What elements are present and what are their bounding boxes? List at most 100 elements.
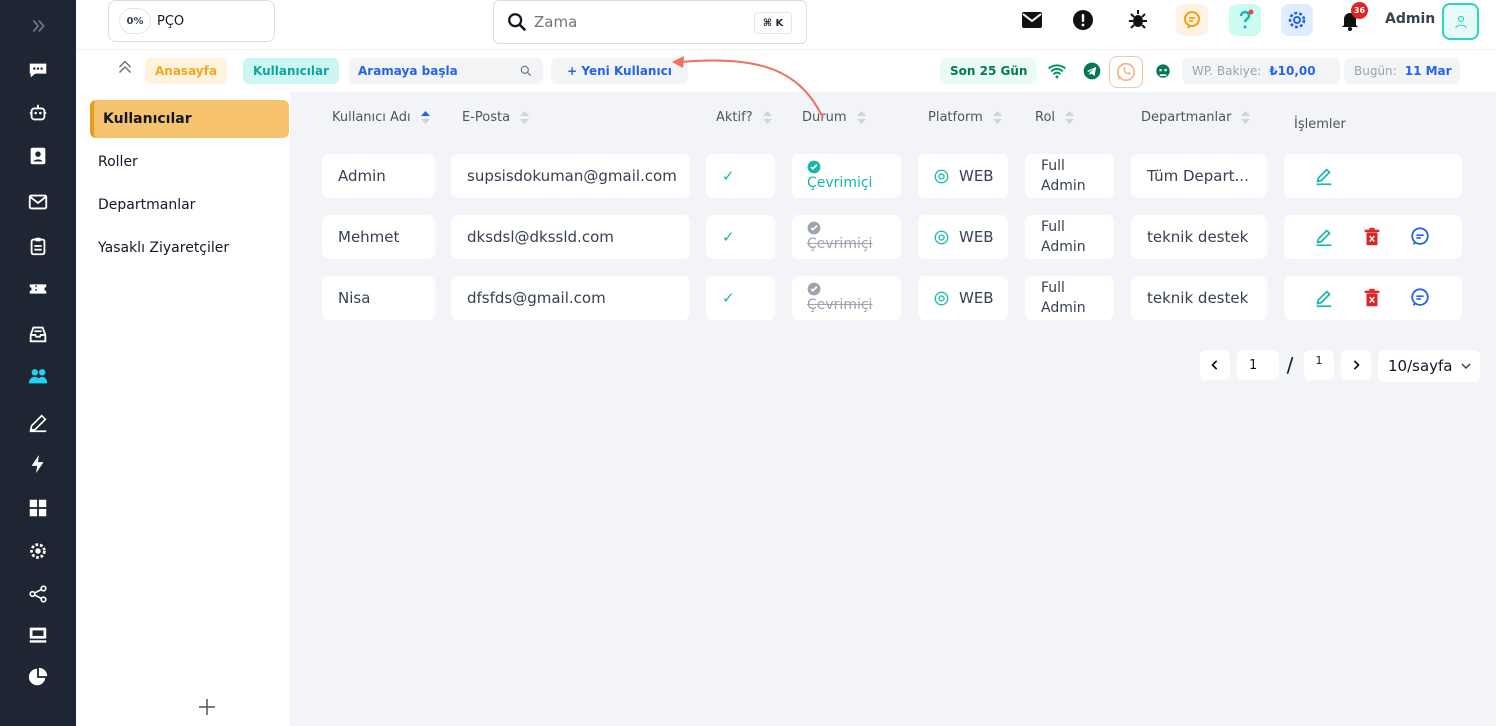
users-submenu: Kullanıcılar Roller Departmanlar Yasaklı… — [76, 92, 290, 726]
cell-username: Nisa — [322, 276, 435, 320]
add-menu-icon[interactable] — [197, 697, 217, 717]
date-range-badge[interactable]: Son 25 Gün — [940, 58, 1038, 84]
share-icon[interactable] — [24, 580, 52, 608]
cell-actions — [1284, 154, 1462, 198]
cell-username: Mehmet — [322, 215, 435, 259]
pco-label: PÇO — [157, 13, 185, 29]
header-departments[interactable]: Departmanlar — [1141, 110, 1251, 125]
inbox-icon[interactable] — [24, 320, 52, 348]
cell-status: Çevrimiçi — [792, 276, 901, 320]
page-separator: / — [1286, 353, 1294, 377]
feedback-icon[interactable] — [1176, 4, 1208, 36]
header-username[interactable]: Kullanıcı Adı — [332, 110, 430, 125]
prev-page-button[interactable] — [1200, 350, 1230, 380]
device-icon[interactable] — [24, 621, 52, 649]
chrome-icon — [934, 230, 949, 244]
cell-active-check: ✓ — [706, 276, 775, 320]
sort-icon — [520, 111, 530, 124]
mail-icon[interactable] — [1016, 4, 1048, 36]
chat-icon[interactable] — [24, 56, 52, 84]
delete-user-icon[interactable] — [1360, 225, 1384, 249]
users-table: Kullanıcı Adı E-Posta Aktif? Durum Platf… — [290, 92, 1496, 726]
collapse-up-icon[interactable] — [114, 56, 136, 78]
header-email[interactable]: E-Posta — [462, 110, 530, 125]
ticket-icon[interactable] — [24, 275, 52, 303]
grid-icon[interactable] — [24, 494, 52, 522]
gear-icon[interactable] — [1281, 4, 1313, 36]
cell-role: Full Admin — [1025, 154, 1114, 198]
menu-item-users[interactable]: Kullanıcılar — [90, 100, 289, 138]
bolt-icon[interactable] — [24, 450, 52, 478]
sort-icon — [992, 111, 1002, 124]
avatar[interactable] — [1442, 3, 1479, 40]
header-status[interactable]: Durum — [802, 110, 866, 125]
sort-icon — [1065, 111, 1075, 124]
wifi-icon — [1046, 60, 1068, 82]
offline-check-icon — [807, 221, 821, 235]
bug-icon[interactable] — [1122, 4, 1154, 36]
menu-item-banned-visitors[interactable]: Yasaklı Ziyaretçiler — [90, 229, 289, 267]
bell-icon[interactable]: 36 — [1334, 2, 1368, 36]
clipboard-icon[interactable] — [24, 232, 52, 260]
today-value: 11 Mar — [1404, 64, 1452, 78]
online-check-icon — [807, 160, 821, 174]
whatsapp-icon — [1116, 62, 1136, 82]
sort-asc-icon — [420, 111, 430, 124]
notification-count: 36 — [1351, 2, 1368, 19]
whatsapp-button[interactable] — [1109, 56, 1143, 88]
sort-icon — [762, 111, 772, 124]
user-search-input[interactable] — [358, 64, 508, 78]
contact-card-icon[interactable] — [24, 142, 52, 170]
cell-platform: WEB — [918, 215, 1008, 259]
message-user-icon[interactable] — [1408, 286, 1432, 310]
next-page-button[interactable] — [1341, 350, 1371, 380]
help-icon[interactable] — [1229, 4, 1261, 36]
header-platform[interactable]: Platform — [928, 110, 1002, 125]
telegram-icon[interactable] — [1081, 60, 1103, 82]
user-name[interactable]: Admin — [1385, 11, 1435, 27]
header-role[interactable]: Rol — [1035, 110, 1075, 125]
offline-check-icon — [807, 282, 821, 296]
left-rail — [0, 0, 76, 726]
bot-status-icon[interactable] — [1152, 60, 1174, 82]
pco-widget[interactable]: 0% PÇO — [108, 0, 275, 42]
chevron-down-icon — [1461, 363, 1471, 370]
users-icon[interactable] — [24, 362, 52, 390]
search-icon — [508, 13, 527, 32]
total-pages: 1 — [1304, 350, 1334, 380]
expand-icon[interactable] — [24, 12, 52, 40]
breadcrumb-current[interactable]: Kullanıcılar — [243, 58, 339, 84]
global-search-input[interactable] — [534, 13, 744, 31]
chevron-left-icon — [1211, 360, 1218, 370]
edit-icon[interactable] — [24, 409, 52, 437]
cell-departments: teknik destek — [1131, 276, 1267, 320]
message-user-icon[interactable] — [1408, 225, 1432, 249]
breadcrumb: Anasayfa Kullanıcılar + Yeni Kullanıcı S… — [76, 50, 1496, 92]
mail-icon[interactable] — [24, 188, 52, 216]
new-user-button[interactable]: + Yeni Kullanıcı — [551, 58, 688, 84]
page-size-select[interactable]: 10/sayfa — [1378, 350, 1480, 382]
menu-item-roles[interactable]: Roller — [90, 143, 289, 181]
top-bar: 0% PÇO ⌘ K 36 Admin — [76, 0, 1496, 50]
edit-user-icon[interactable] — [1312, 286, 1336, 310]
delete-user-icon[interactable] — [1360, 286, 1384, 310]
cell-email: supsisdokuman@gmail.com — [451, 154, 690, 198]
user-search[interactable] — [349, 58, 543, 84]
cell-active-check: ✓ — [706, 154, 775, 198]
cell-departments: Tüm Depart... — [1131, 154, 1267, 198]
settings-icon[interactable] — [24, 537, 52, 565]
header-active[interactable]: Aktif? — [716, 110, 772, 125]
chrome-icon — [934, 291, 949, 305]
edit-user-icon[interactable] — [1312, 164, 1336, 188]
pie-chart-icon[interactable] — [24, 663, 52, 691]
breadcrumb-home[interactable]: Anasayfa — [145, 58, 227, 84]
bot-icon[interactable] — [24, 99, 52, 127]
global-search[interactable]: ⌘ K — [493, 0, 807, 44]
wp-balance-value: ₺10,00 — [1269, 64, 1316, 78]
menu-item-departments[interactable]: Departmanlar — [90, 186, 289, 224]
page-input[interactable]: 1 — [1237, 350, 1279, 380]
alert-icon[interactable] — [1067, 4, 1099, 36]
edit-user-icon[interactable] — [1312, 225, 1336, 249]
cell-role: Full Admin — [1025, 276, 1114, 320]
wp-balance-label: WP. Bakiye: — [1192, 64, 1262, 78]
